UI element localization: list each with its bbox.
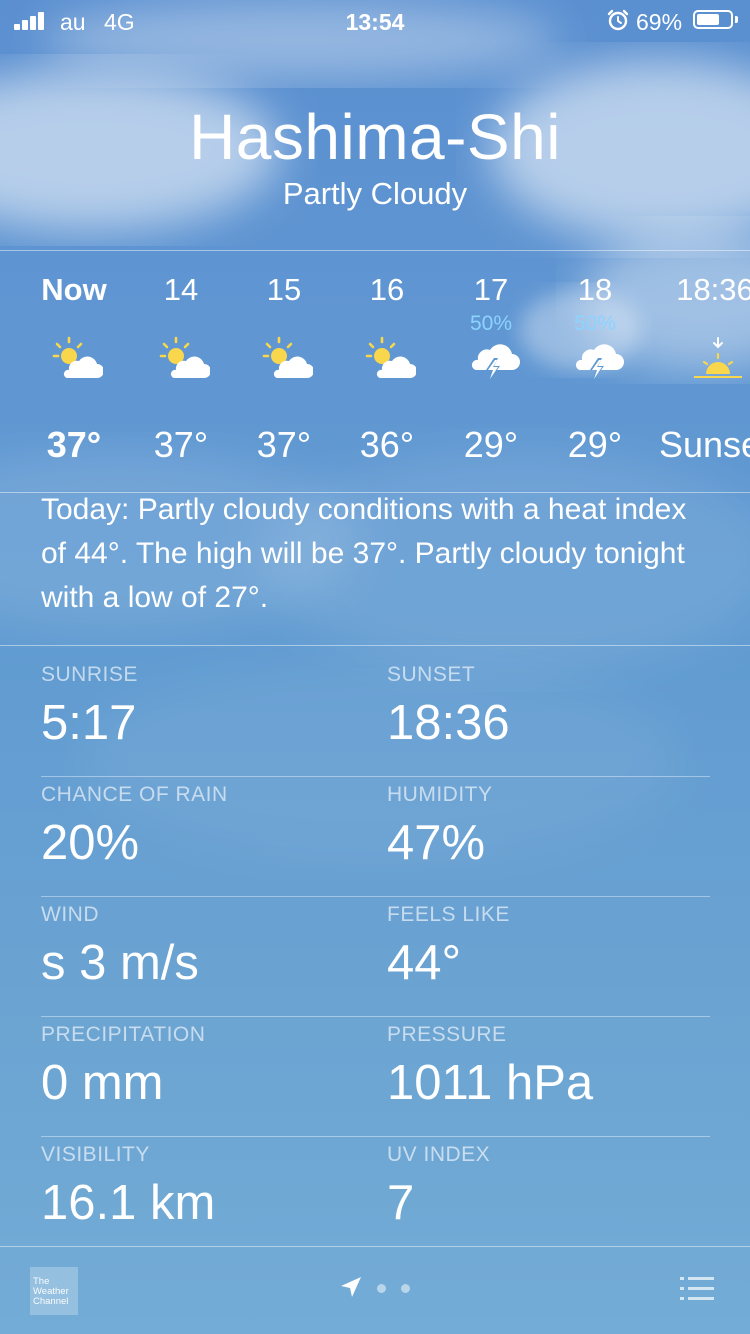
detail-value: 7 — [387, 1176, 415, 1230]
detail-label: PRECIPITATION — [41, 1023, 206, 1046]
detail-value: s 3 m/s — [41, 936, 199, 990]
battery-icon — [693, 10, 733, 29]
hour-label: 14 — [163, 272, 199, 307]
detail-label: HUMIDITY — [387, 783, 493, 806]
location-arrow-icon[interactable] — [339, 1275, 363, 1299]
detail-value: 16.1 km — [41, 1176, 216, 1230]
detail-row: VISIBILITY 16.1 km UV INDEX 7 — [41, 1137, 710, 1257]
detail-label: WIND — [41, 903, 99, 926]
hourly-item: 17 50% 29° — [431, 252, 551, 492]
hour-temperature: 37° — [256, 424, 312, 465]
detail-label: CHANCE OF RAIN — [41, 783, 228, 806]
detail-feels-like: FEELS LIKE 44° — [387, 897, 510, 991]
hour-label: 15 — [266, 272, 302, 307]
detail-visibility: VISIBILITY 16.1 km — [41, 1137, 215, 1231]
detail-label: SUNSET — [387, 663, 476, 686]
detail-label: UV INDEX — [387, 1143, 491, 1166]
detail-precipitation: PRECIPITATION 0 mm — [41, 1017, 205, 1111]
detail-value: 44° — [387, 936, 462, 990]
partly-cloudy-icon — [365, 336, 416, 378]
precip-chance: 50% — [573, 312, 617, 335]
hourly-item: 16 36° — [327, 252, 447, 492]
detail-value: 20% — [41, 816, 140, 870]
detail-chance-of-rain: CHANCE OF RAIN 20% — [41, 777, 228, 871]
daily-summary: Today: Partly cloudy conditions with a h… — [41, 493, 687, 614]
detail-label: PRESSURE — [387, 1023, 507, 1046]
detail-sunrise: SUNRISE 5:17 — [41, 657, 138, 751]
detail-row: SUNRISE 5:17 SUNSET 18:36 — [41, 657, 710, 777]
partly-cloudy-icon — [52, 336, 103, 378]
logo-line: Channel — [33, 1296, 69, 1307]
partly-cloudy-icon — [262, 336, 313, 378]
hour-label: 18 — [577, 272, 613, 307]
detail-row: PRECIPITATION 0 mm PRESSURE 1011 hPa — [41, 1017, 710, 1137]
detail-value: 0 mm — [41, 1056, 164, 1110]
hourly-item: 14 37° — [121, 252, 241, 492]
detail-label: VISIBILITY — [41, 1143, 150, 1166]
alarm-clock-icon — [607, 9, 629, 31]
list-icon[interactable] — [680, 1275, 714, 1303]
status-bar: au 4G 13:54 69% — [0, 0, 750, 40]
hour-label: 18:36 — [676, 272, 750, 307]
sunset-icon — [694, 337, 742, 378]
detail-value: 5:17 — [41, 696, 137, 750]
hourly-item: Now 37° — [14, 252, 134, 492]
thunderstorm-icon — [575, 344, 624, 382]
hourly-forecast[interactable]: Now 37° 14 37° 15 37° 16 36° 17 50% 29° 18 50% 29° 18:… — [0, 252, 750, 492]
hour-temperature: 29° — [463, 424, 519, 465]
hour-temperature: 36° — [359, 424, 415, 465]
hour-temperature: 37° — [153, 424, 209, 465]
detail-pressure: PRESSURE 1011 hPa — [387, 1017, 593, 1111]
detail-value: 47% — [387, 816, 486, 870]
hour-temperature: 29° — [567, 424, 623, 465]
weather-channel-logo[interactable]: The Weather Channel — [30, 1267, 78, 1315]
hour-label: 17 — [473, 272, 509, 307]
hour-temperature: 37° — [46, 424, 102, 465]
divider — [0, 250, 750, 251]
page-dot[interactable] — [401, 1284, 410, 1293]
thunderstorm-icon — [471, 344, 520, 382]
detail-label: FEELS LIKE — [387, 903, 510, 926]
weather-details: SUNRISE 5:17 SUNSET 18:36 CHANCE OF RAIN 20% H… — [41, 657, 710, 1257]
detail-row: CHANCE OF RAIN 20% HUMIDITY 47% — [41, 777, 710, 897]
page-dot[interactable] — [377, 1284, 386, 1293]
hour-label: Now — [41, 272, 107, 307]
current-condition: Partly Cloudy — [282, 176, 468, 211]
hourly-item: 18:36 Sunset — [655, 252, 750, 492]
hourly-item: 15 37° — [224, 252, 344, 492]
detail-sunset: SUNSET 18:36 — [387, 657, 510, 751]
partly-cloudy-icon — [159, 336, 210, 378]
city-name: Hashima-Shi — [189, 101, 561, 173]
divider — [0, 645, 750, 646]
hour-temperature: Sunset — [658, 424, 750, 465]
detail-uv-index: UV INDEX 7 — [387, 1137, 490, 1231]
battery-nub — [735, 16, 738, 23]
detail-humidity: HUMIDITY 47% — [387, 777, 493, 871]
detail-value: 1011 hPa — [387, 1056, 594, 1110]
detail-label: SUNRISE — [41, 663, 138, 686]
battery-percent: 69% — [636, 9, 683, 35]
detail-value: 18:36 — [387, 696, 510, 750]
bottom-toolbar: The Weather Channel — [0, 1247, 750, 1334]
detail-row: WIND s 3 m/s FEELS LIKE 44° — [41, 897, 710, 1017]
precip-chance: 50% — [469, 312, 513, 335]
hourly-item: 18 50% 29° — [535, 252, 655, 492]
hour-label: 16 — [369, 272, 405, 307]
detail-wind: WIND s 3 m/s — [41, 897, 199, 991]
